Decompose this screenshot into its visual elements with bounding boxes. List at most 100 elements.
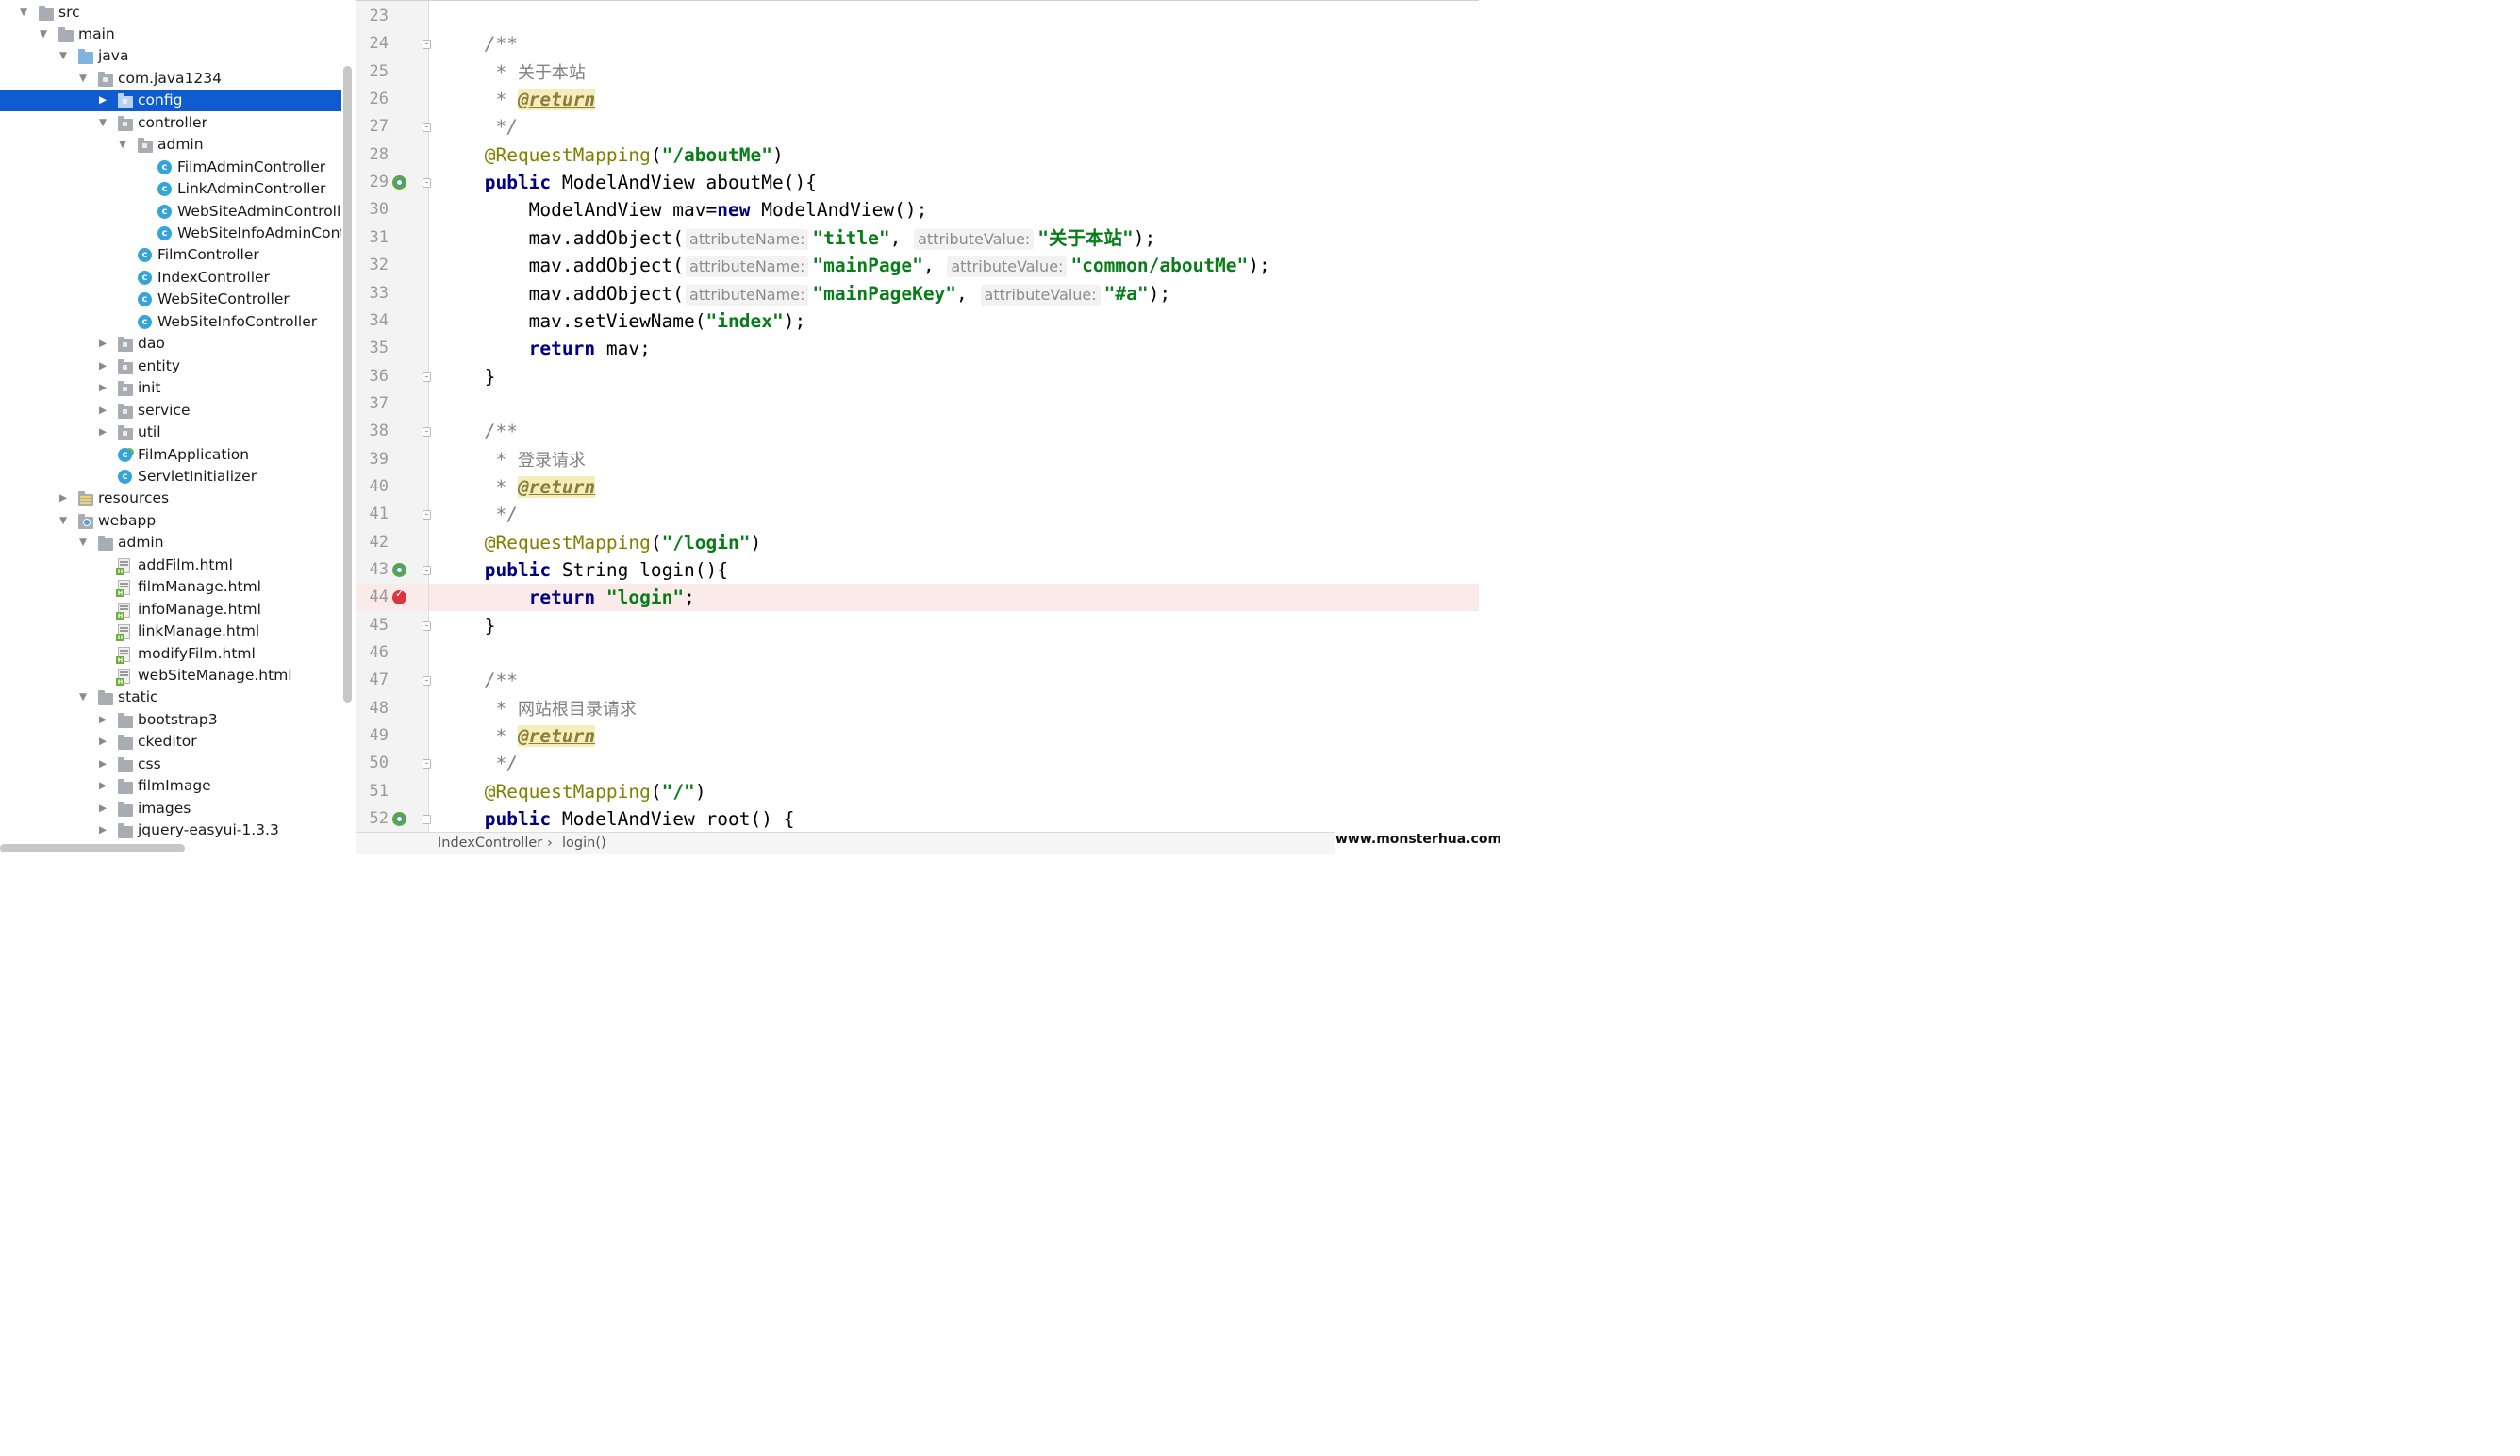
expand-arrow-icon[interactable]: ▶ xyxy=(97,798,108,819)
line-number[interactable]: 30 xyxy=(356,196,389,223)
collapse-arrow-icon[interactable]: ▼ xyxy=(97,112,108,134)
code-line[interactable]: /** xyxy=(429,30,1479,58)
tree-item[interactable]: c FilmApplication xyxy=(0,444,341,466)
code-line[interactable]: /** xyxy=(429,667,1479,694)
line-number[interactable]: 31 xyxy=(356,224,389,252)
code-line[interactable]: * @return xyxy=(429,86,1479,113)
tree-item[interactable]: addFilm.html xyxy=(0,554,341,576)
expand-arrow-icon[interactable]: ▶ xyxy=(97,333,108,355)
tree-item[interactable]: webSiteManage.html xyxy=(0,665,341,687)
line-number[interactable]: 32 xyxy=(356,252,389,279)
expand-arrow-icon[interactable]: ▶ xyxy=(97,422,108,443)
line-number[interactable]: 49 xyxy=(356,722,389,750)
line-number[interactable]: 52 xyxy=(356,805,389,833)
code-line[interactable]: public ModelAndView root() { xyxy=(429,805,1479,833)
code-line[interactable]: } xyxy=(429,363,1479,390)
tree-item[interactable]: ▼ static xyxy=(0,687,341,708)
collapse-arrow-icon[interactable]: ▼ xyxy=(117,134,128,156)
tree-item[interactable]: c ServletInitializer xyxy=(0,466,341,488)
line-number[interactable]: 43 xyxy=(356,556,389,584)
collapse-arrow-icon[interactable]: ▼ xyxy=(58,45,69,67)
code-line[interactable]: } xyxy=(429,612,1479,639)
tree-item[interactable]: ▼ src xyxy=(0,2,341,24)
expand-arrow-icon[interactable]: ▶ xyxy=(97,731,108,753)
code-line[interactable] xyxy=(429,3,1479,30)
expand-arrow-icon[interactable]: ▶ xyxy=(97,753,108,775)
line-number[interactable]: 48 xyxy=(356,695,389,722)
line-number[interactable]: 24 xyxy=(356,30,389,58)
line-number[interactable]: 46 xyxy=(356,639,389,667)
code-line[interactable] xyxy=(429,390,1479,418)
line-number[interactable]: 25 xyxy=(356,58,389,86)
code-line[interactable]: mav.addObject(attributeName: "mainPage", … xyxy=(429,252,1479,279)
tree-item[interactable]: ▶ bootstrap3 xyxy=(0,709,341,731)
line-number[interactable]: 42 xyxy=(356,529,389,556)
line-number[interactable]: 44 xyxy=(356,584,389,611)
line-number[interactable]: 28 xyxy=(356,141,389,169)
tree-item[interactable]: c LinkAdminController xyxy=(0,178,341,200)
tree-item[interactable]: ▶ dao xyxy=(0,333,341,355)
code-line[interactable]: /** xyxy=(429,418,1479,445)
project-tree-vertical-scrollbar[interactable] xyxy=(343,66,352,703)
code-line[interactable]: public String login(){ xyxy=(429,556,1479,584)
tree-item[interactable]: ▶ css xyxy=(0,753,341,775)
code-line[interactable]: return mav; xyxy=(429,335,1479,362)
expand-arrow-icon[interactable]: ▶ xyxy=(97,775,108,797)
tree-item[interactable]: c WebSiteController xyxy=(0,289,341,310)
collapse-arrow-icon[interactable]: ▼ xyxy=(18,2,29,24)
collapse-arrow-icon[interactable]: ▼ xyxy=(77,68,89,90)
tree-item[interactable]: c FilmAdminController xyxy=(0,157,341,178)
expand-arrow-icon[interactable]: ▶ xyxy=(97,400,108,422)
tree-item[interactable]: c FilmController xyxy=(0,244,341,266)
tree-item[interactable]: c WebSiteAdminControlle xyxy=(0,201,341,223)
line-number[interactable]: 50 xyxy=(356,750,389,777)
line-number[interactable]: 36 xyxy=(356,363,389,390)
expand-arrow-icon[interactable]: ▶ xyxy=(97,819,108,841)
tree-item[interactable]: ▶ config xyxy=(0,90,341,112)
code-line[interactable]: ModelAndView mav=new ModelAndView(); xyxy=(429,196,1479,223)
line-number[interactable]: 45 xyxy=(356,612,389,639)
tree-item[interactable]: ▼ admin xyxy=(0,532,341,554)
expand-arrow-icon[interactable]: ▶ xyxy=(58,488,69,509)
tree-item[interactable]: c WebSiteInfoController xyxy=(0,311,341,333)
tree-item[interactable]: linkManage.html xyxy=(0,620,341,642)
tree-item[interactable]: ▶ images xyxy=(0,798,341,819)
expand-arrow-icon[interactable]: ▶ xyxy=(97,709,108,731)
line-number[interactable]: 47 xyxy=(356,667,389,694)
tree-item[interactable]: ▶ jquery-easyui-1.3.3 xyxy=(0,819,341,841)
tree-item[interactable]: ▶ init xyxy=(0,377,341,399)
tree-item[interactable]: ▼ com.java1234 xyxy=(0,68,341,90)
code-line[interactable]: * 登录请求 xyxy=(429,446,1479,473)
project-tree[interactable]: ▼ src ▼ main ▼ java ▼ com.java1234 ▶ config ▼ contr… xyxy=(0,0,341,842)
line-number[interactable]: 33 xyxy=(356,280,389,307)
expand-arrow-icon[interactable]: ▶ xyxy=(97,356,108,377)
tree-item[interactable]: c WebSiteInfoAdminContr xyxy=(0,223,341,244)
collapse-arrow-icon[interactable]: ▼ xyxy=(77,532,89,554)
code-line[interactable] xyxy=(429,639,1479,667)
line-number[interactable]: 34 xyxy=(356,307,389,335)
spring-mapping-gutter-icon[interactable] xyxy=(392,563,406,577)
tree-item[interactable]: ▶ ckeditor xyxy=(0,731,341,753)
expand-arrow-icon[interactable]: ▶ xyxy=(97,377,108,399)
breadcrumb-class[interactable]: IndexController xyxy=(438,836,542,851)
line-number[interactable]: 41 xyxy=(356,501,389,528)
code-line[interactable]: */ xyxy=(429,113,1479,141)
tree-item[interactable]: modifyFilm.html xyxy=(0,643,341,665)
tree-item[interactable]: ▶ entity xyxy=(0,356,341,377)
line-number[interactable]: 29 xyxy=(356,169,389,196)
code-line[interactable]: * 网站根目录请求 xyxy=(429,695,1479,722)
tree-item[interactable]: ▼ java xyxy=(0,45,341,67)
code-line[interactable]: @RequestMapping("/login") xyxy=(429,529,1479,556)
code-line[interactable]: mav.addObject(attributeName: "mainPageKey… xyxy=(429,280,1479,307)
code-line[interactable]: * @return xyxy=(429,473,1479,501)
tree-item[interactable]: c IndexController xyxy=(0,267,341,289)
breadcrumb-method[interactable]: login() xyxy=(562,836,606,851)
collapse-arrow-icon[interactable]: ▼ xyxy=(77,687,89,708)
line-number[interactable]: 23 xyxy=(356,3,389,30)
expand-arrow-icon[interactable]: ▶ xyxy=(97,90,108,111)
code-line[interactable]: */ xyxy=(429,501,1479,528)
tree-item[interactable]: ▶ service xyxy=(0,400,341,422)
collapse-arrow-icon[interactable]: ▼ xyxy=(58,510,69,532)
line-number[interactable]: 38 xyxy=(356,418,389,445)
code-line[interactable]: @RequestMapping("/") xyxy=(429,778,1479,805)
